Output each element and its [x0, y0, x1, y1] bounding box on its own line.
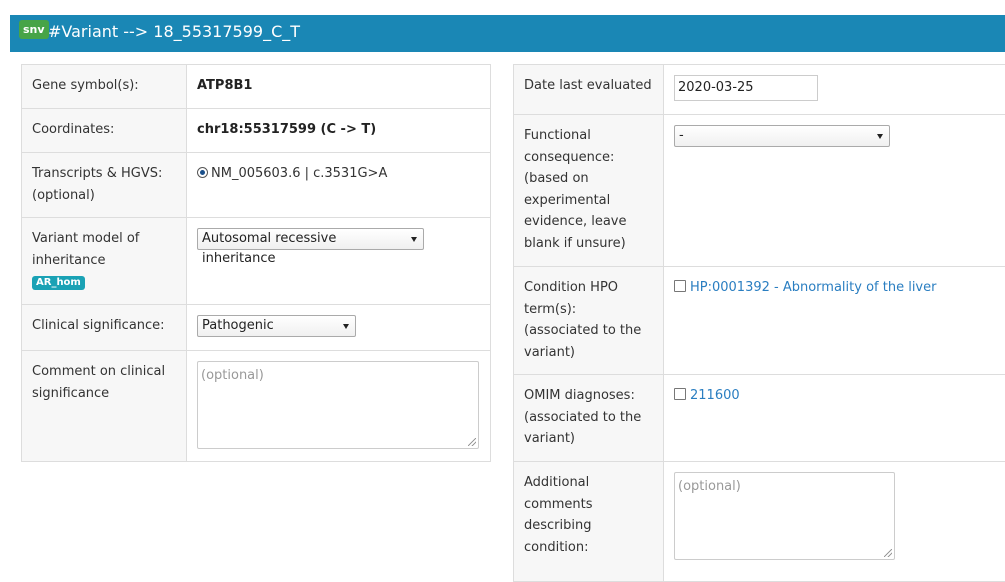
additional-comments-label: Additional comments describing condition… — [513, 461, 664, 582]
date-label: Date last evaluated — [513, 64, 664, 115]
chevron-down-icon — [343, 324, 349, 329]
transcript-option-label: NM_005603.6 | c.3531G>A — [211, 166, 388, 181]
comment-placeholder: (optional) — [201, 368, 264, 383]
chevron-down-icon — [411, 237, 417, 242]
functional-consequence-select[interactable]: - — [674, 125, 890, 147]
clinical-significance-label: Clinical significance: — [21, 304, 187, 351]
ar-hom-badge: AR_hom — [32, 276, 85, 290]
comment-textarea[interactable]: (optional) — [197, 361, 479, 449]
hpo-checkbox[interactable] — [674, 280, 686, 292]
clinical-significance-select[interactable]: Pathogenic — [197, 315, 356, 337]
transcripts-label: Transcripts & HGVS: (optional) — [21, 152, 187, 218]
coordinates-value: chr18:55317599 (C -> T) — [197, 122, 377, 137]
comment-label: Comment on clinical significance — [21, 350, 187, 462]
omim-link[interactable]: 211600 — [690, 388, 740, 403]
resize-grip-icon[interactable] — [884, 549, 892, 557]
omim-checkbox[interactable] — [674, 388, 686, 400]
transcript-radio[interactable] — [197, 167, 208, 178]
variant-title: #Variant --> 18_55317599_C_T — [48, 22, 301, 41]
additional-comments-textarea[interactable]: (optional) — [674, 472, 895, 560]
coordinates-label: Coordinates: — [21, 108, 187, 153]
resize-grip-icon[interactable] — [468, 438, 476, 446]
functional-consequence-selected: - — [679, 128, 684, 143]
functional-consequence-label: Functional consequence: (based on experi… — [513, 114, 664, 267]
variant-info-panel: Gene symbol(s): ATP8B1 Coordinates: chr1… — [21, 64, 491, 462]
inheritance-label: Variant model of inheritance — [32, 231, 140, 268]
additional-comments-placeholder: (optional) — [678, 479, 741, 494]
hpo-label: Condition HPO term(s): (associated to th… — [513, 266, 664, 375]
clinical-significance-selected: Pathogenic — [202, 318, 274, 333]
date-input[interactable]: 2020-03-25 — [674, 75, 818, 101]
variant-header: snv #Variant --> 18_55317599_C_T — [10, 15, 1005, 52]
gene-symbol-value: ATP8B1 — [197, 78, 253, 93]
omim-label: OMIM diagnoses: (associated to the varia… — [513, 374, 664, 462]
condition-panel: Date last evaluated 2020-03-25 Functiona… — [513, 64, 1005, 582]
inheritance-selected: Autosomal recessive inheritance — [202, 231, 337, 266]
hpo-term-link[interactable]: HP:0001392 - Abnormality of the liver — [690, 280, 936, 295]
chevron-down-icon — [877, 134, 883, 139]
inheritance-select[interactable]: Autosomal recessive inheritance — [197, 228, 424, 266]
gene-symbol-label: Gene symbol(s): — [21, 64, 187, 109]
snv-badge: snv — [19, 20, 49, 39]
